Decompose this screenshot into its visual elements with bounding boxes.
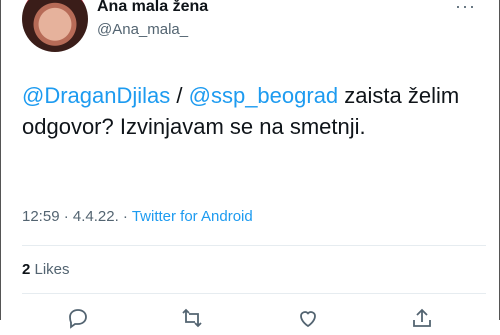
tweet-source-link[interactable]: Twitter for Android xyxy=(132,208,253,225)
share-icon[interactable] xyxy=(410,306,434,330)
tweet-time[interactable]: 12:59 xyxy=(22,208,60,225)
avatar[interactable] xyxy=(22,0,88,52)
author-handle[interactable]: @Ana_mala_ xyxy=(97,21,188,38)
divider xyxy=(22,293,486,294)
likes-stat[interactable]: 2 Likes xyxy=(22,261,70,278)
more-options-icon[interactable]: ··· xyxy=(455,0,476,17)
likes-label: Likes xyxy=(30,261,70,278)
meta-dot: · xyxy=(59,208,73,225)
mention-link[interactable]: @ssp_beograd xyxy=(189,83,339,108)
meta-dot: · xyxy=(118,208,132,225)
mention-link[interactable]: @DraganDjilas xyxy=(22,83,170,108)
retweet-icon[interactable] xyxy=(180,306,204,330)
reply-icon[interactable] xyxy=(66,306,90,330)
tweet-date[interactable]: 4.4.22. xyxy=(73,208,119,225)
divider xyxy=(22,245,486,246)
author-display-name[interactable]: Ana mala žena xyxy=(97,0,208,16)
mention-separator: / xyxy=(170,83,189,108)
tweet-text: @DraganDjilas / @ssp_beograd zaista želi… xyxy=(22,80,482,142)
like-icon[interactable] xyxy=(296,306,320,330)
frame-border-left xyxy=(0,0,1,320)
tweet-meta: 12:59 · 4.4.22. · Twitter for Android xyxy=(22,208,253,225)
